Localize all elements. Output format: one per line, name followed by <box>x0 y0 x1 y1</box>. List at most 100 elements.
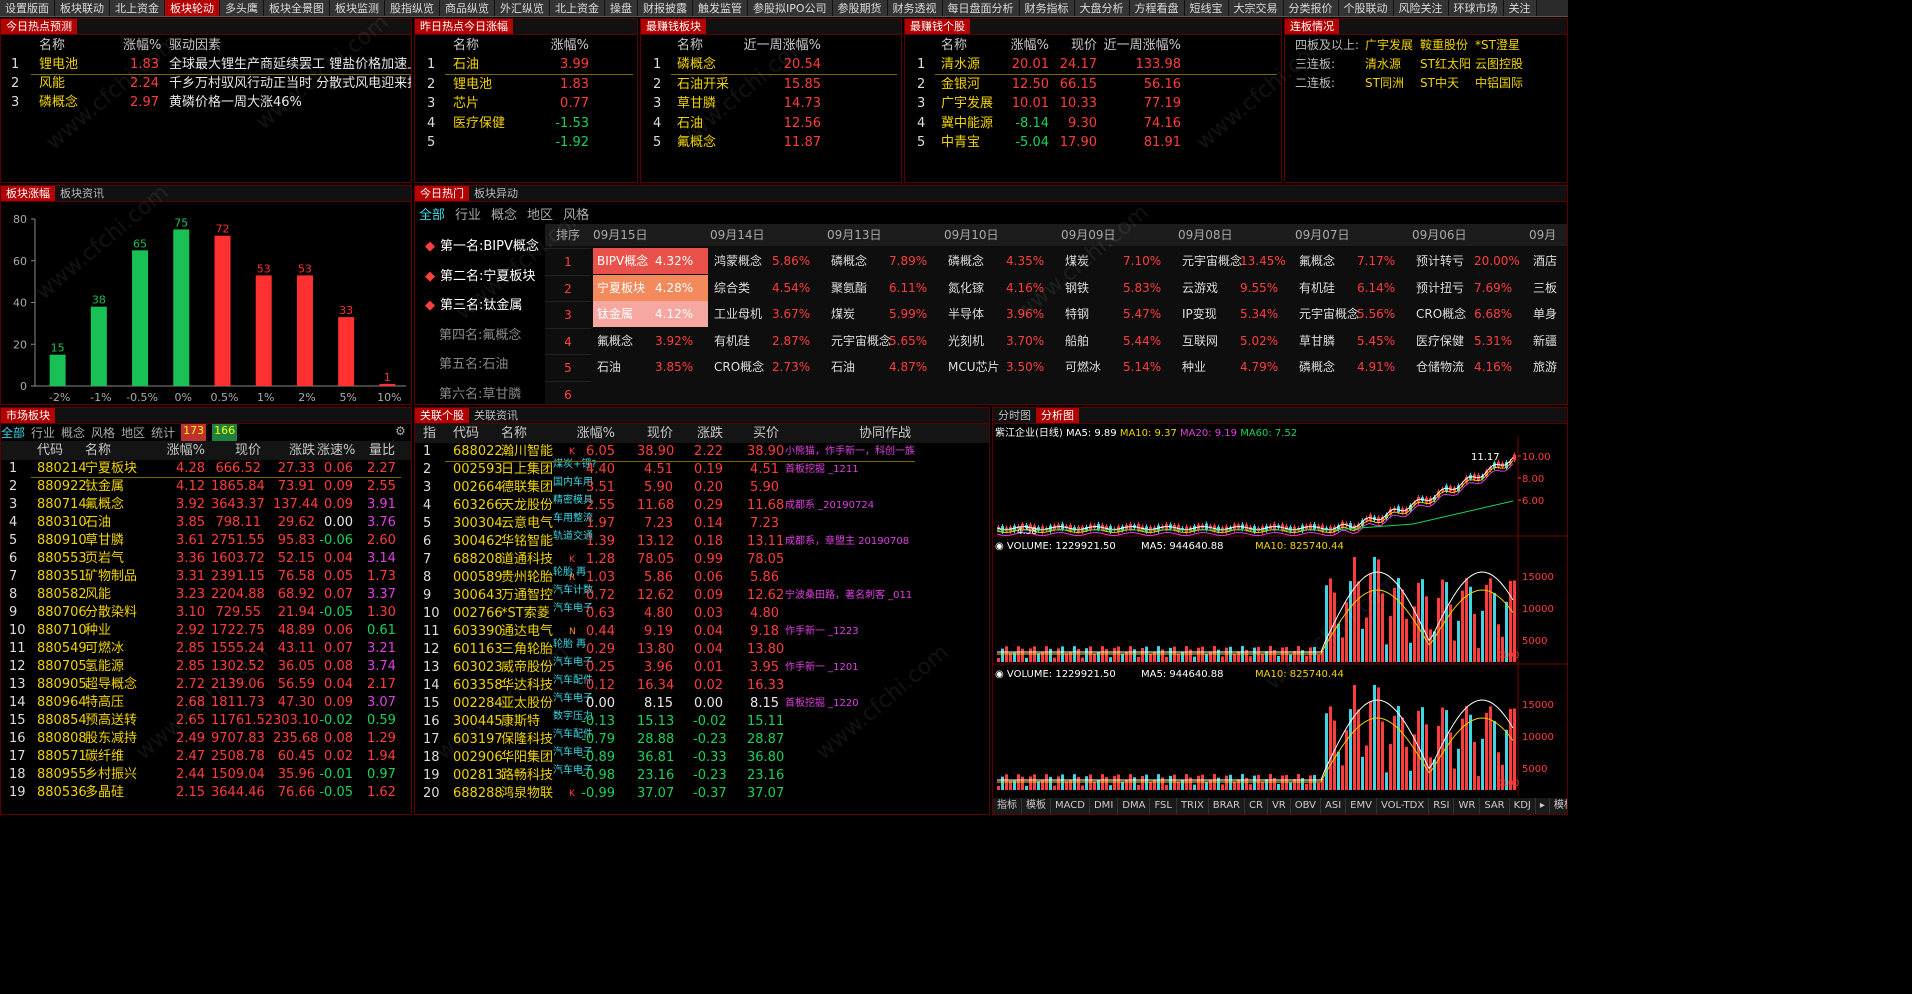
date-header[interactable]: 09月15日 <box>593 224 648 246</box>
table-row[interactable]: 7 688208 道通科技 K 1.28 78.05 0.99 78.05 <box>415 551 989 569</box>
col-header[interactable]: 涨跌 <box>693 424 723 443</box>
table-row[interactable]: 19 880536 多晶硅 2.15 3644.46 76.66 -0.05 1.62 <box>1 784 411 802</box>
nav-tab[interactable]: 方程看盘 <box>1129 0 1185 16</box>
table-row[interactable]: 17 603197 保隆科技 汽车配件 -0.79 28.88 -0.23 28.87 <box>415 729 989 749</box>
indicator-tab[interactable]: ASI <box>1321 798 1347 814</box>
streak-stock[interactable]: ST中天 <box>1420 74 1459 93</box>
hot-cell[interactable]: 医疗保健 5.31% <box>1412 328 1527 354</box>
bar[interactable] <box>214 235 231 386</box>
date-header[interactable]: 09月09日 <box>1061 224 1116 246</box>
panel-title[interactable]: 最赚钱板块 <box>641 19 706 34</box>
list-item[interactable]: 3 广宇发展 10.01 10.33 77.19 <box>905 94 1281 113</box>
indicator-tab[interactable]: SAR <box>1480 798 1510 814</box>
indicator-tab[interactable]: ▸ <box>1536 798 1550 814</box>
bar[interactable] <box>338 317 355 386</box>
hot-cell[interactable]: CRO概念 6.68% <box>1412 301 1527 327</box>
nav-tab[interactable]: 风险关注 <box>1393 0 1449 16</box>
filter-tab[interactable]: 地区 <box>121 424 145 441</box>
filter-tab[interactable]: 行业 <box>455 204 481 223</box>
table-row[interactable]: 18 880955 乡村振兴 2.44 1509.04 35.96 -0.01 0.97 <box>1 766 411 784</box>
list-item[interactable]: 1 磷概念 20.54 <box>641 55 901 74</box>
col-header[interactable]: 现价 <box>637 424 673 443</box>
table-row[interactable]: 11 880549 可燃冰 2.85 1555.24 43.11 0.07 3.21 <box>1 640 411 658</box>
hot-cell[interactable]: 磷概念 7.89% <box>827 248 942 274</box>
col-header[interactable]: 名称 <box>677 36 703 55</box>
table-row[interactable]: 9 300643 万通智控 汽车计数 0.72 12.62 0.09 12.62 宁波桑田路，著… <box>415 585 989 605</box>
hot-cell[interactable]: 煤炭 7.10% <box>1061 248 1176 274</box>
panel-tab[interactable]: 关联个股 <box>415 408 469 423</box>
list-item[interactable]: 2 金银河 12.50 66.15 56.16 <box>905 75 1281 94</box>
col-header[interactable]: 现价 <box>1055 36 1097 55</box>
filter-tab[interactable]: 概念 <box>491 204 517 223</box>
hot-cell[interactable]: 草甘膦 5.45% <box>1295 328 1410 354</box>
table-row[interactable]: 2 002593 日上集团 煤炭+锂? 4.40 4.51 0.19 4.51 首板挖掘 _12… <box>415 459 989 479</box>
col-header[interactable]: 涨幅% <box>575 424 615 443</box>
nav-tab[interactable]: 短线宝 <box>1184 0 1229 16</box>
rank-item[interactable]: 第六名:草甘膦 <box>425 383 521 402</box>
hot-cell[interactable]: 特钢 5.47% <box>1061 301 1176 327</box>
list-item[interactable]: 2 风能 2.24 千乡万村驭风行动正当时 分散式风电迎来抢装 <box>1 74 411 93</box>
table-row[interactable]: 9 880706 分散染料 3.10 729.55 21.94 -0.05 1.30 <box>1 604 411 622</box>
table-row[interactable]: 5 300304 云意电气 车用整流 1.97 7.23 0.14 7.23 <box>415 513 989 533</box>
hot-cell[interactable]: 预计转亏 20.00% <box>1412 248 1527 274</box>
panel-tab[interactable]: 板块资讯 <box>55 186 109 201</box>
bar[interactable] <box>255 275 272 386</box>
date-header[interactable]: 09月06日 <box>1412 224 1467 246</box>
panel-tab[interactable]: 板块异动 <box>469 186 523 201</box>
hot-cell[interactable]: 光刻机 3.70% <box>944 328 1059 354</box>
nav-tab[interactable]: 每日盘面分析 <box>942 0 1020 16</box>
col-header[interactable]: 代码 <box>37 441 63 460</box>
hot-cell[interactable]: 酒店 <box>1529 248 1567 274</box>
bar[interactable] <box>296 275 313 386</box>
nav-tab[interactable]: 板块轮动 <box>165 0 220 16</box>
table-row[interactable]: 15 880854 预高送转 2.65 11761.52 303.10 -0.02 0.59 <box>1 712 411 730</box>
indicator-tab[interactable]: TRIX <box>1177 798 1209 814</box>
table-row[interactable]: 14 880964 特高压 2.68 1811.73 47.30 0.09 3.07 <box>1 694 411 712</box>
col-header[interactable]: 买价 <box>747 424 779 443</box>
nav-tab[interactable]: 商品纵览 <box>440 0 495 16</box>
col-header[interactable]: 代码 <box>453 424 479 443</box>
hot-cell[interactable]: 鸿蒙概念 5.86% <box>710 248 825 274</box>
panel-tab[interactable]: 板块涨幅 <box>1 186 55 201</box>
indicator-tab[interactable]: VOL-TDX <box>1377 798 1430 814</box>
hot-cell[interactable]: 预计扭亏 7.69% <box>1412 275 1527 301</box>
date-header[interactable]: 09月10日 <box>944 224 999 246</box>
indicator-tab[interactable]: VR <box>1268 798 1291 814</box>
list-item[interactable]: 1 清水源 20.01 24.17 133.98 <box>905 55 1281 74</box>
col-header[interactable]: 近一周涨幅% <box>741 36 821 55</box>
filter-tab[interactable]: 风格 <box>91 424 115 441</box>
indicator-tab[interactable]: OBV <box>1291 798 1321 814</box>
nav-tab[interactable]: 财报披露 <box>638 0 693 16</box>
rank-item[interactable]: ◆ 第一名:BIPV概念 <box>425 235 539 254</box>
date-header[interactable]: 09月14日 <box>710 224 765 246</box>
panel-title[interactable]: 连板情况 <box>1285 19 1339 34</box>
bar[interactable] <box>379 383 396 386</box>
table-row[interactable]: 3 002664 德联集团 国内车用 3.51 5.90 0.20 5.90 <box>415 477 989 497</box>
hot-cell[interactable]: 宁夏板块 4.28% <box>593 274 708 301</box>
hot-cell[interactable]: 氟概念 3.92% <box>593 328 708 354</box>
col-header[interactable]: 量比 <box>367 441 395 460</box>
hot-cell[interactable]: 三板 <box>1529 275 1567 301</box>
streak-stock[interactable]: 鞍重股份 <box>1420 36 1468 55</box>
table-row[interactable]: 3 880714 氟概念 3.92 3643.37 137.44 0.09 3.91 <box>1 496 411 514</box>
date-header[interactable]: 09月08日 <box>1178 224 1233 246</box>
table-row[interactable]: 4 880310 石油 3.85 798.11 29.62 0.00 3.76 <box>1 514 411 532</box>
streak-stock[interactable]: 中铝国际 <box>1475 74 1523 93</box>
nav-tab[interactable]: 外汇纵览 <box>495 0 550 16</box>
list-item[interactable]: 5 中青宝 -5.04 17.90 81.91 <box>905 133 1281 152</box>
col-header[interactable]: 近一周涨幅% <box>1103 36 1181 55</box>
table-row[interactable]: 18 002906 华阳集团 汽车电子 -0.89 36.81 -0.33 36.80 <box>415 747 989 767</box>
panel-tab[interactable]: 分时图 <box>993 408 1036 423</box>
nav-tab[interactable]: 操盘 <box>605 0 638 16</box>
panel-title[interactable]: 昨日热点今日涨幅 <box>415 19 513 34</box>
filter-tab[interactable]: 行业 <box>31 424 55 441</box>
hot-cell[interactable]: 旅游 <box>1529 354 1567 380</box>
hot-cell[interactable]: 新疆 <box>1529 328 1567 354</box>
hot-cell[interactable]: 钢铁 5.83% <box>1061 275 1176 301</box>
filter-tab[interactable]: 统计 <box>151 424 175 441</box>
table-row[interactable]: 1 688022 瀚川智能 K 6.05 38.90 2.22 38.90 小熊猫，作手新一，科… <box>415 443 989 461</box>
indicator-tab[interactable]: EMV <box>1346 798 1377 814</box>
filter-tab[interactable]: 地区 <box>527 204 553 223</box>
indicator-tab[interactable]: DMI <box>1090 798 1119 814</box>
table-row[interactable]: 4 603266 天龙股份 精密模具 2.55 11.68 0.29 11.68 成都系 _20… <box>415 495 989 515</box>
